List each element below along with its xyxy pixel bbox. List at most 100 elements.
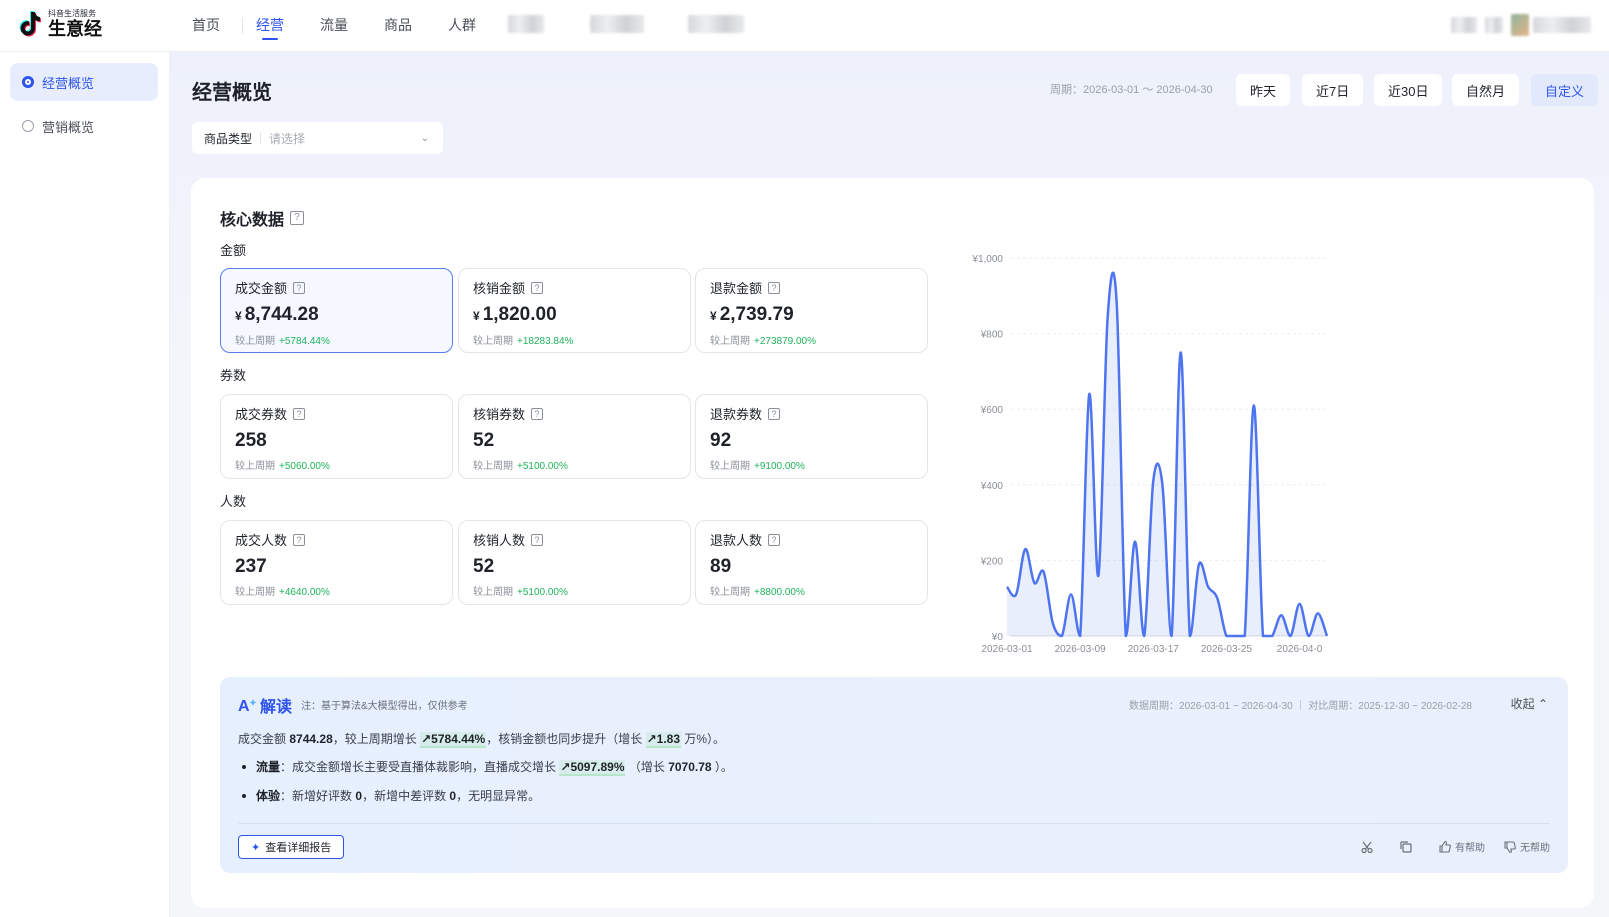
ai-text: ）。 [714,760,733,774]
change-value: +5060.00% [279,461,330,472]
help-icon[interactable]: ? [531,533,544,546]
help-icon[interactable]: ? [531,281,544,294]
chevron-down-icon: ⌄ [420,132,429,144]
nav-home[interactable]: 首页 [192,0,220,52]
y-tick-label: ¥800 [980,330,1004,341]
sidebar-item-label: 经营概览 [42,75,95,91]
metric-card-refunders[interactable]: 退款人数? 89 较上周期 +8800.00% [695,520,928,605]
range-custom-button[interactable]: 自定义 [1531,74,1599,106]
nav-products[interactable]: 商品 [384,0,412,52]
range-30d-button[interactable]: 近30日 [1374,74,1443,106]
sidebar-item-business-overview[interactable]: 经营概览 [10,63,158,101]
avatar[interactable] [1511,14,1529,36]
x-tick-label: 2026-03-17 [1128,644,1180,655]
help-icon[interactable]: ? [290,211,305,225]
metric-card-refund-amount[interactable]: 退款金额? ¥2,739.79 较上周期 +273879.00% [695,268,928,353]
core-data-title: 核心数据 ? [220,206,305,230]
metric-card-vouchers-sold[interactable]: 成交券数? 258 较上周期 +5060.00% [220,394,453,479]
ai-text: ，新增中差评数 [362,789,447,803]
nav-item-redacted[interactable] [688,15,744,33]
help-icon[interactable]: ? [768,407,781,420]
metric-value: ¥1,820.00 [473,304,676,327]
help-icon[interactable]: ? [293,281,306,294]
ai-text: ：新增好评数 [280,789,353,803]
change-value: +4640.00% [279,587,330,598]
brand-logo[interactable]: 抖音生活服务 生意经 [18,10,102,38]
metric-compare: 较上周期 +5100.00% [473,457,676,472]
ai-key: 体验 [256,789,281,803]
growth-highlight: ↗5784.44% [420,732,487,748]
compare-label: 较上周期 [473,336,513,347]
collapse-button[interactable]: 收起 ⌃ [1511,695,1548,712]
x-tick-label: 2026-03-25 [1201,644,1253,655]
ai-note: 注：基于算法&大模型得出，仅供参考 [301,701,468,712]
filter-label: 商品类型 [204,131,253,146]
range-yesterday-button[interactable]: 昨天 [1236,74,1291,106]
account-info-redacted [1451,17,1477,33]
metric-value: 89 [710,556,732,577]
range-month-button[interactable]: 自然月 [1452,74,1520,106]
x-tick-label: 2026-04-0 [1277,644,1323,655]
change-value: +8800.00% [754,587,805,598]
y-tick-label: ¥600 [980,405,1004,416]
nav-item-redacted[interactable] [590,15,644,33]
view-report-button[interactable]: ✦ 查看详细报告 [238,835,345,859]
metric-card-gmv[interactable]: 成交金额? ¥8,744.28 较上周期 +5784.44% [220,268,453,353]
not-helpful-button[interactable]: 无帮助 [1503,839,1550,854]
help-icon[interactable]: ? [293,407,306,420]
ai-title-text: 解读 [260,699,293,716]
main-nav: 首页 经营 流量 商品 人群 [192,0,512,52]
sidebar-item-marketing-overview[interactable]: 营销概览 [10,107,158,145]
period-text: 周期：2026-03-01 ～ 2026-04-30 [1050,84,1213,96]
metric-value: 92 [710,430,732,451]
change-value: +9100.00% [754,461,805,472]
product-type-select[interactable]: 商品类型 请选择 ⌄ [192,122,443,154]
help-icon[interactable]: ? [293,533,306,546]
ai-value: 5784.44% [431,732,486,746]
metric-card-verified-amount[interactable]: 核销金额? ¥1,820.00 较上周期 +18283.84% [458,268,691,353]
currency-symbol: ¥ [710,309,717,323]
change-value: +273879.00% [754,336,817,347]
nav-business[interactable]: 经营 [256,0,284,52]
y-tick-label: ¥200 [980,556,1004,567]
compare-label: 较上周期 [710,587,750,598]
ai-period: 数据周期：2026-03-01 ~ 2026-04-30 ｜ 对比周期：2025… [1129,701,1472,712]
help-icon[interactable]: ? [768,281,781,294]
scissors-icon[interactable] [1360,840,1377,854]
ai-value: 7070.78 [668,760,712,774]
page-title: 经营概览 [192,82,272,104]
nav-traffic[interactable]: 流量 [320,0,348,52]
metric-compare: 较上周期 +4640.00% [235,583,438,598]
top-bar: 抖音生活服务 生意经 首页 经营 流量 商品 人群 [0,0,1609,52]
metric-card-buyers[interactable]: 成交人数? 237 较上周期 +4640.00% [220,520,453,605]
ai-text: ：成交金额增长主要受直播体裁影响，直播成交增长 [280,760,557,774]
view-report-label: 查看详细报告 [265,842,332,854]
nav-item-redacted[interactable] [508,15,544,33]
brand-sub: 抖音生活服务 [48,9,96,18]
metric-card-vouchers-verified[interactable]: 核销券数? 52 较上周期 +5100.00% [458,394,691,479]
compare-label: 较上周期 [235,587,275,598]
metric-number: 2,739.79 [719,304,794,325]
metric-label: 成交人数 [235,533,288,548]
help-icon[interactable]: ? [768,533,781,546]
metric-card-vouchers-refunded[interactable]: 退款券数? 92 较上周期 +9100.00% [695,394,928,479]
core-data-card: 核心数据 ? 金额 成交金额? ¥8,744.28 较上周期 +5784.44% … [191,178,1594,908]
copy-icon[interactable] [1399,840,1416,854]
nav-audience[interactable]: 人群 [448,0,476,52]
metric-label: 退款人数 [710,533,763,548]
change-value: +18283.84% [517,336,574,347]
helpful-button[interactable]: 有帮助 [1438,839,1485,854]
metric-card-verifiers[interactable]: 核销人数? 52 较上周期 +5100.00% [458,520,691,605]
trend-chart[interactable]: ¥0 ¥200 ¥400 ¥600 ¥800 ¥1,000 2026-03-01 2026-0… [957,238,1337,658]
y-tick-label: ¥400 [980,481,1004,492]
ai-summary-line: 成交金额 8744.28，较上周期增长 ↗5784.44%，核销金额也同步提升（… [238,730,725,748]
compare-label: 较上周期 [235,336,275,347]
help-icon[interactable]: ? [531,407,544,420]
ai-experience-line: 体验：新增好评数 0，新增中差评数 0，无明显异常。 [238,787,540,804]
metric-label: 核销人数 [473,533,526,548]
metric-compare: 较上周期 +273879.00% [710,332,913,347]
ai-insight-panel: A 解读 注：基于算法&大模型得出，仅供参考 数据周期：2026-03-01 ~… [220,677,1568,873]
ai-sparkle-icon: A [238,698,257,714]
range-7d-button[interactable]: 近7日 [1302,74,1364,106]
user-area[interactable] [1451,14,1591,36]
